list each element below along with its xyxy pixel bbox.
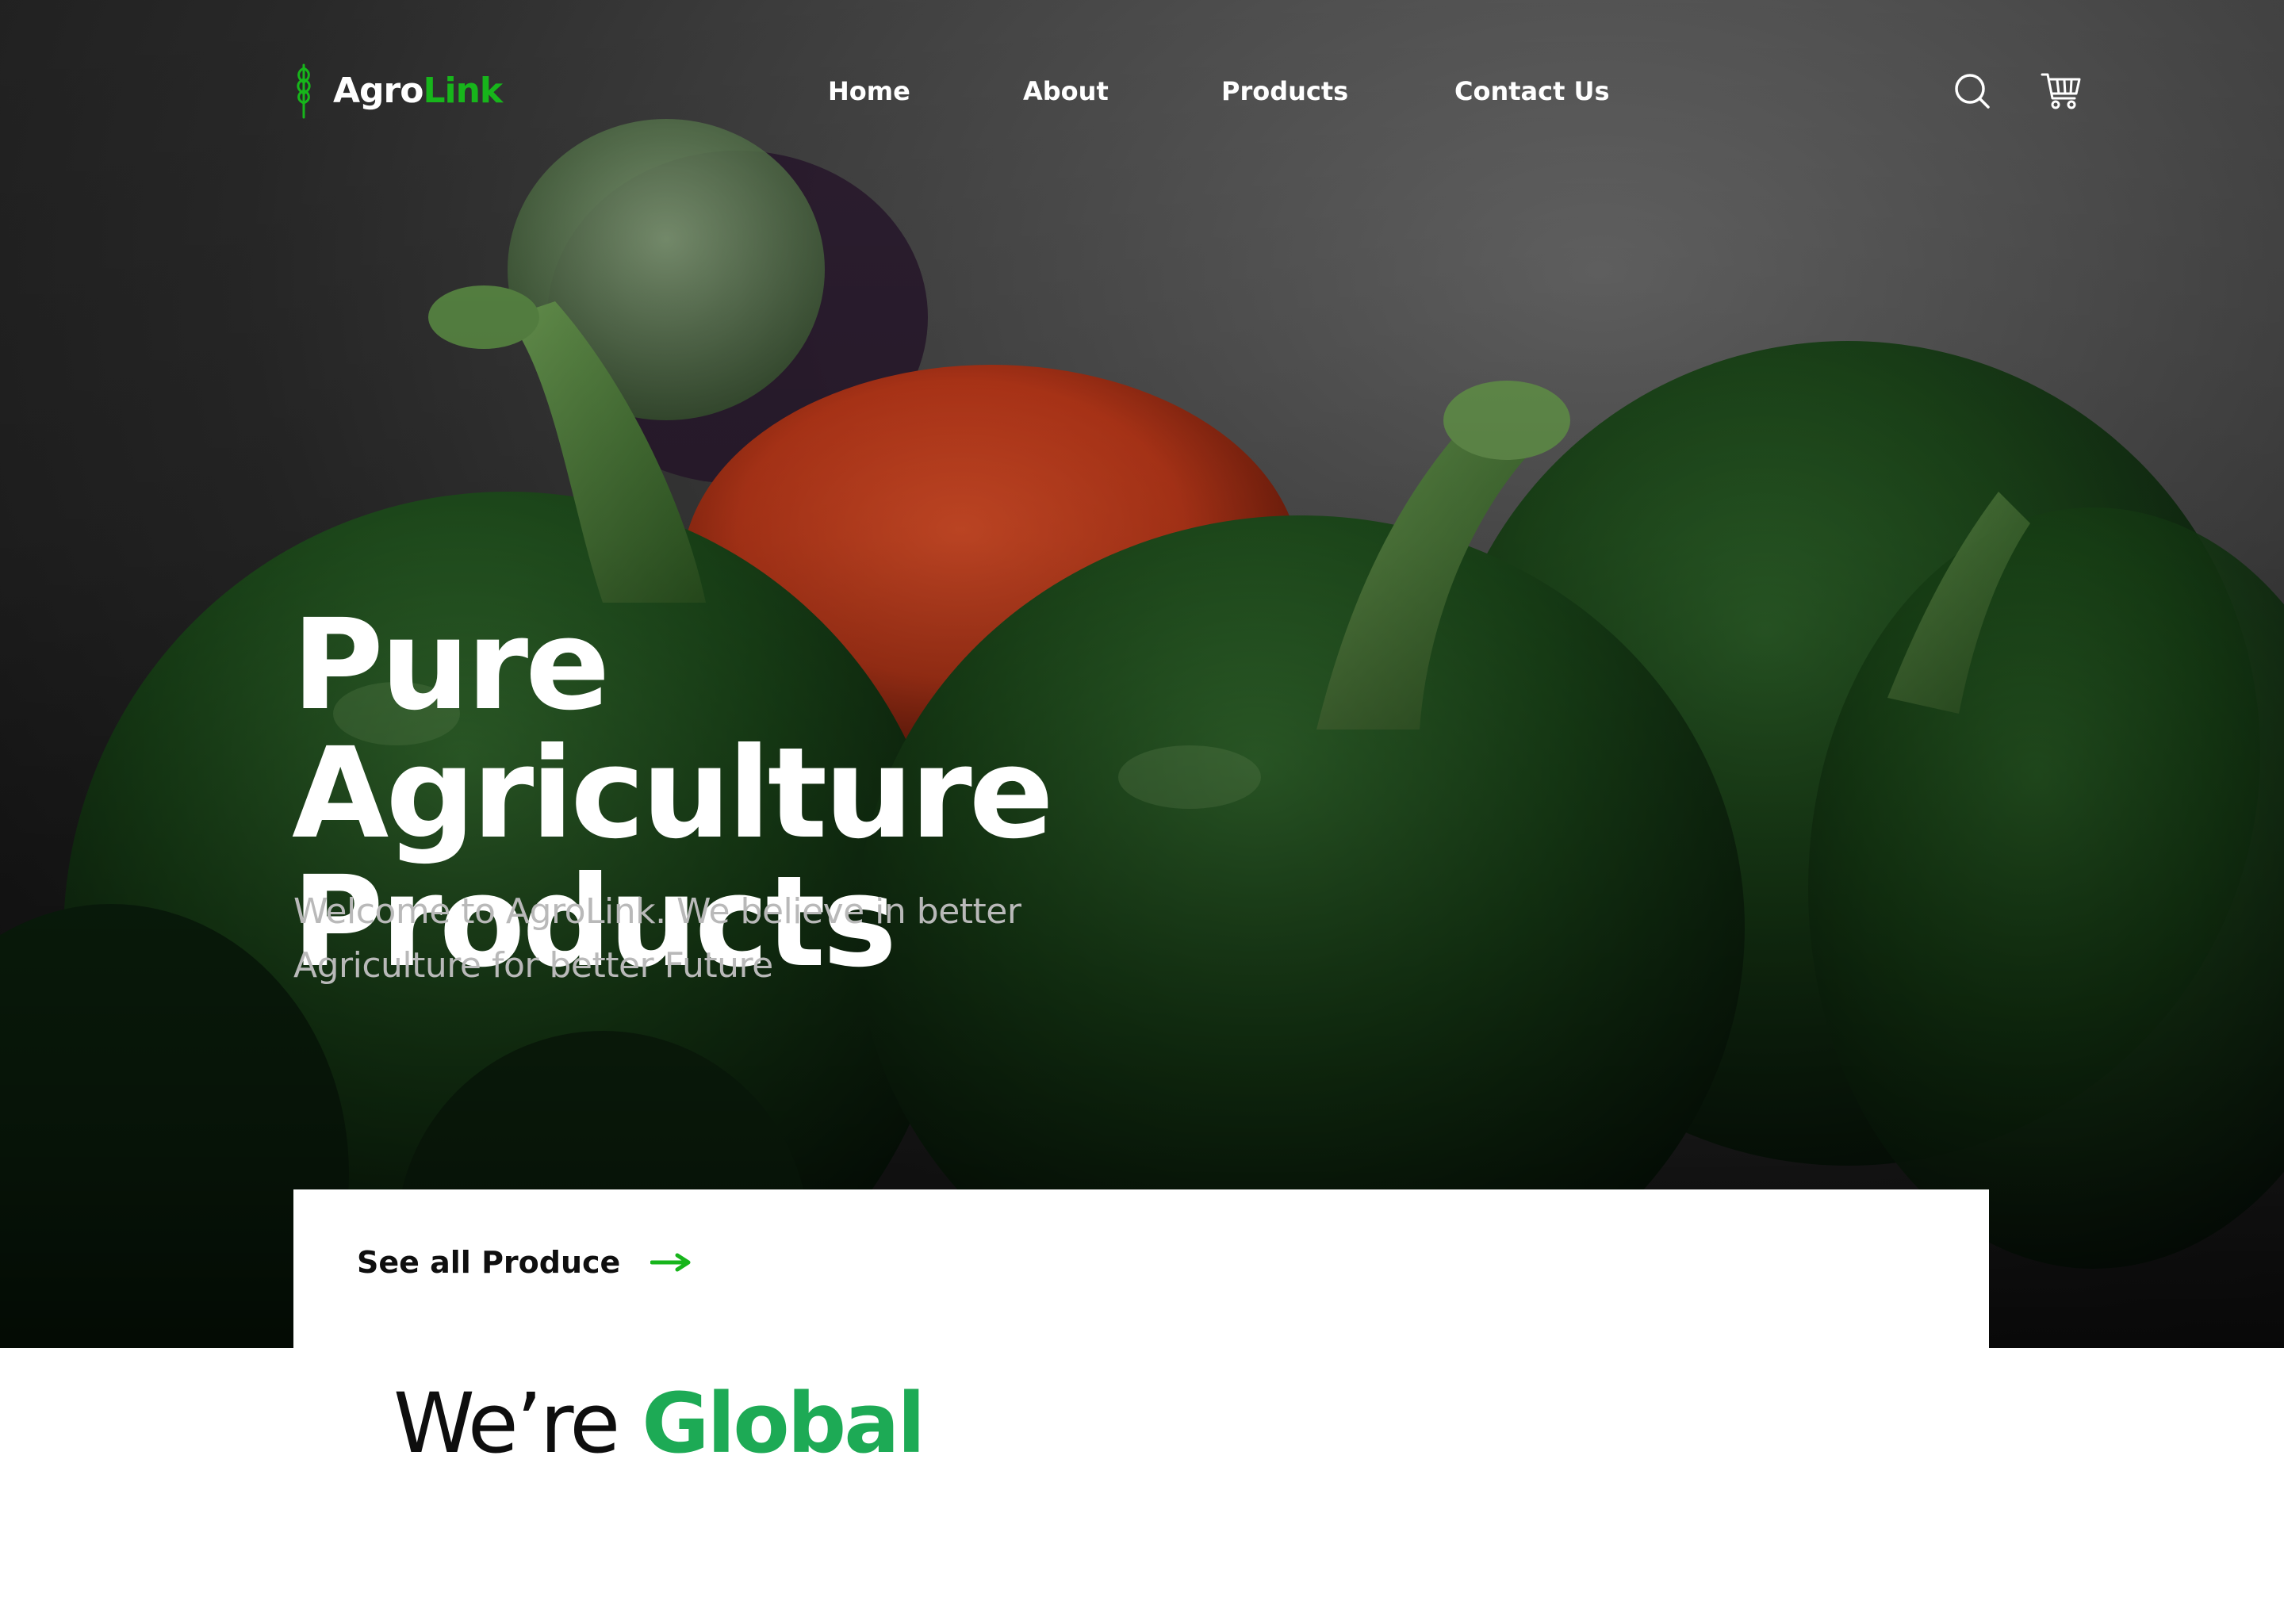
search-icon[interactable] bbox=[1951, 70, 1994, 113]
nav-item-contact-us[interactable]: Contact Us bbox=[1454, 71, 1610, 111]
nav-item-products[interactable]: Products bbox=[1221, 71, 1348, 111]
section-title: We’re Global bbox=[393, 1372, 925, 1475]
cart-icon[interactable] bbox=[2040, 70, 2083, 113]
hero-subtitle-line-2: Agriculture for better Future bbox=[293, 945, 773, 986]
brand-name: AgroLink bbox=[333, 70, 503, 111]
section-title-accent: Global bbox=[642, 1375, 925, 1472]
see-all-produce-label: See all Produce bbox=[357, 1245, 621, 1280]
brand-logo[interactable]: AgroLink bbox=[292, 62, 503, 119]
nav-item-about[interactable]: About bbox=[1023, 71, 1109, 111]
wheat-icon bbox=[297, 63, 311, 119]
hero-subtitle-line-1: Welcome to AgroLink. We believe in bette… bbox=[293, 891, 1021, 932]
hero-subtitle: Welcome to AgroLink. We believe in bette… bbox=[293, 885, 1086, 993]
section-title-plain: We’re bbox=[393, 1375, 642, 1472]
arrow-right-icon bbox=[650, 1253, 691, 1272]
see-all-produce-link[interactable]: See all Produce bbox=[357, 1245, 692, 1280]
nav-item-home[interactable]: Home bbox=[828, 71, 910, 111]
hero-title-line-1: Pure Agriculture bbox=[292, 592, 1054, 867]
